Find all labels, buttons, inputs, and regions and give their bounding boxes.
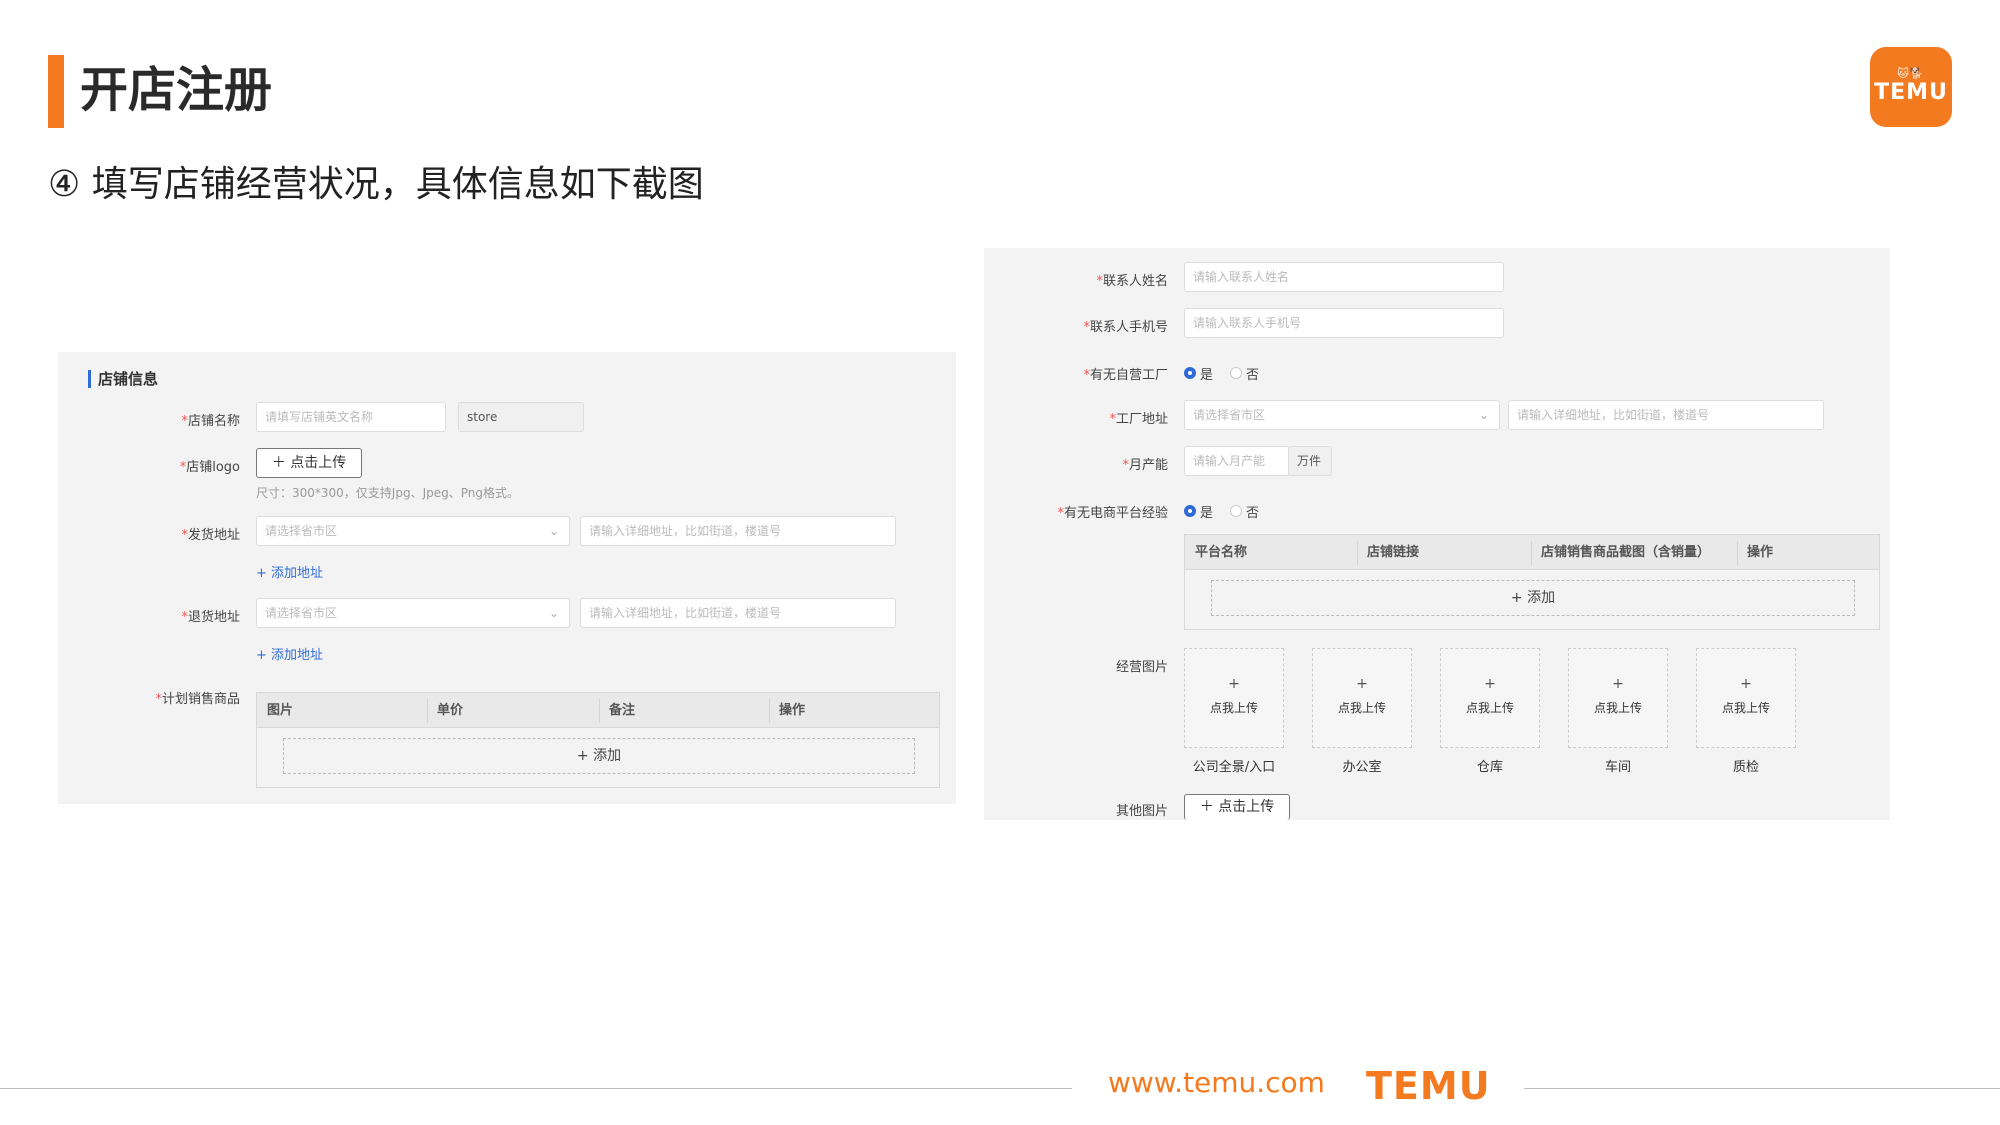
plus-icon: + [1484,676,1496,692]
contact-name-input[interactable]: 请输入联系人姓名 [1184,262,1504,292]
contact-name-label: *联系人姓名 [1096,274,1168,289]
plus-icon: + [1740,676,1752,692]
ecommerce-no-radio[interactable] [1230,505,1242,517]
monthly-capacity-label: *月产能 [1122,458,1168,473]
footer-brand-logo: TEMU [1366,1064,1491,1108]
upload-text: 点我上传 [1721,701,1770,715]
own-factory-yes-radio[interactable] [1184,367,1196,379]
planned-goods-add-button[interactable]: + 添加 [283,738,915,774]
slide-subtitle: ④ 填写店铺经营状况，具体信息如下截图 [48,164,704,205]
column-header: 操作 [1747,545,1774,560]
store-logo-hint: 尺寸：300*300，仅支持Jpg、Jpeg、Png格式。 [256,486,519,500]
photo-upload-box-qc[interactable]: + 点我上传 [1696,648,1796,748]
photo-caption: 质检 [1732,760,1759,775]
factory-address-detail-input[interactable]: 请输入详细地址，比如街道，楼道号 [1508,400,1824,430]
monthly-capacity-input[interactable]: 请输入月产能 [1184,446,1290,476]
business-photos-label: 经营图片 [1115,660,1168,675]
photo-upload-box-workshop[interactable]: + 点我上传 [1568,648,1668,748]
other-photos-upload-button[interactable]: ＋ 点击上传 [1184,794,1290,820]
logo-mascot-icons: 🐱🐕 [1897,67,1925,80]
footer-divider-left [0,1088,1072,1089]
column-header: 操作 [779,703,806,718]
photo-caption: 车间 [1604,760,1631,775]
section-marker [88,370,91,388]
slide-title: 开店注册 [80,62,273,118]
ecommerce-experience-label: *有无电商平台经验 [1057,506,1168,521]
photo-upload-box-entrance[interactable]: + 点我上传 [1184,648,1284,748]
return-address-select[interactable]: 请选择省市区 ⌄ [256,598,570,628]
contact-phone-input[interactable]: 请输入联系人手机号 [1184,308,1504,338]
store-logo-upload-button[interactable]: ＋ 点击上传 [256,448,362,478]
planned-goods-label: *计划销售商品 [155,692,240,707]
store-name-input[interactable]: 请填写店铺英文名称 [256,402,446,432]
own-factory-no-text: 否 [1246,368,1260,383]
store-info-panel: 店铺信息 *店铺名称 请填写店铺英文名称 store *店铺logo ＋ 点击上… [58,352,956,804]
upload-text: 点我上传 [1209,701,1258,715]
ecommerce-yes-text: 是 [1200,506,1214,521]
plus-icon: + [1612,676,1624,692]
store-name-label: *店铺名称 [181,414,240,429]
column-header: 图片 [267,703,294,718]
logo-wordmark: TEMU [1874,80,1948,105]
plus-icon: + [1228,676,1240,692]
factory-address-select[interactable]: 请选择省市区 ⌄ [1184,400,1500,430]
add-return-address-link[interactable]: + 添加地址 [256,644,323,663]
ecommerce-table-body: + 添加 [1184,570,1880,630]
ship-address-detail-input[interactable]: 请输入详细地址，比如街道，楼道号 [580,516,896,546]
photo-caption: 办公室 [1342,760,1382,775]
contact-phone-label: *联系人手机号 [1083,320,1168,335]
store-name-suffix: store [458,402,584,432]
chevron-down-icon: ⌄ [1478,408,1489,422]
upload-text: 点我上传 [1337,701,1386,715]
ecommerce-yes-radio[interactable] [1184,505,1196,517]
return-address-detail-input[interactable]: 请输入详细地址，比如街道，楼道号 [580,598,896,628]
store-logo-label: *店铺logo [179,460,240,475]
column-header: 店铺链接 [1367,545,1420,560]
planned-goods-table-header: 图片 单价 备注 操作 [256,692,940,728]
chevron-down-icon: ⌄ [548,524,559,538]
ship-address-select[interactable]: 请选择省市区 ⌄ [256,516,570,546]
photo-upload-box-warehouse[interactable]: + 点我上传 [1440,648,1540,748]
return-address-label: *退货地址 [181,610,240,625]
column-header: 备注 [609,703,636,718]
own-factory-no-radio[interactable] [1230,367,1242,379]
photo-upload-box-office[interactable]: + 点我上传 [1312,648,1412,748]
monthly-capacity-unit: 万件 [1288,446,1332,476]
business-info-panel: *联系人姓名 请输入联系人姓名 *联系人手机号 请输入联系人手机号 *有无自营工… [984,248,1890,820]
planned-goods-table-body: + 添加 [256,728,940,788]
column-header: 店铺销售商品截图（含销量） [1541,545,1711,560]
upload-text: 点我上传 [1593,701,1642,715]
column-header: 单价 [437,703,464,718]
other-photos-label: 其他图片 [1115,804,1168,819]
ecommerce-no-text: 否 [1246,506,1260,521]
ecommerce-add-button[interactable]: + 添加 [1211,580,1855,616]
column-header: 平台名称 [1195,545,1248,560]
ship-address-label: *发货地址 [181,528,240,543]
own-factory-label: *有无自营工厂 [1083,368,1168,383]
factory-address-label: *工厂地址 [1109,412,1168,427]
upload-text: 点我上传 [1465,701,1514,715]
section-title: 店铺信息 [98,370,159,388]
photo-caption: 公司全景/入口 [1192,760,1276,775]
footer-url: www.temu.com [1108,1066,1325,1099]
title-accent-bar [48,55,64,128]
footer-divider-right [1524,1088,2000,1089]
temu-logo: 🐱🐕 TEMU [1870,47,1952,127]
own-factory-yes-text: 是 [1200,368,1214,383]
add-ship-address-link[interactable]: + 添加地址 [256,562,323,581]
photo-caption: 仓库 [1476,760,1503,775]
plus-icon: + [1356,676,1368,692]
ecommerce-table-header: 平台名称 店铺链接 店铺销售商品截图（含销量） 操作 [1184,534,1880,570]
chevron-down-icon: ⌄ [548,606,559,620]
